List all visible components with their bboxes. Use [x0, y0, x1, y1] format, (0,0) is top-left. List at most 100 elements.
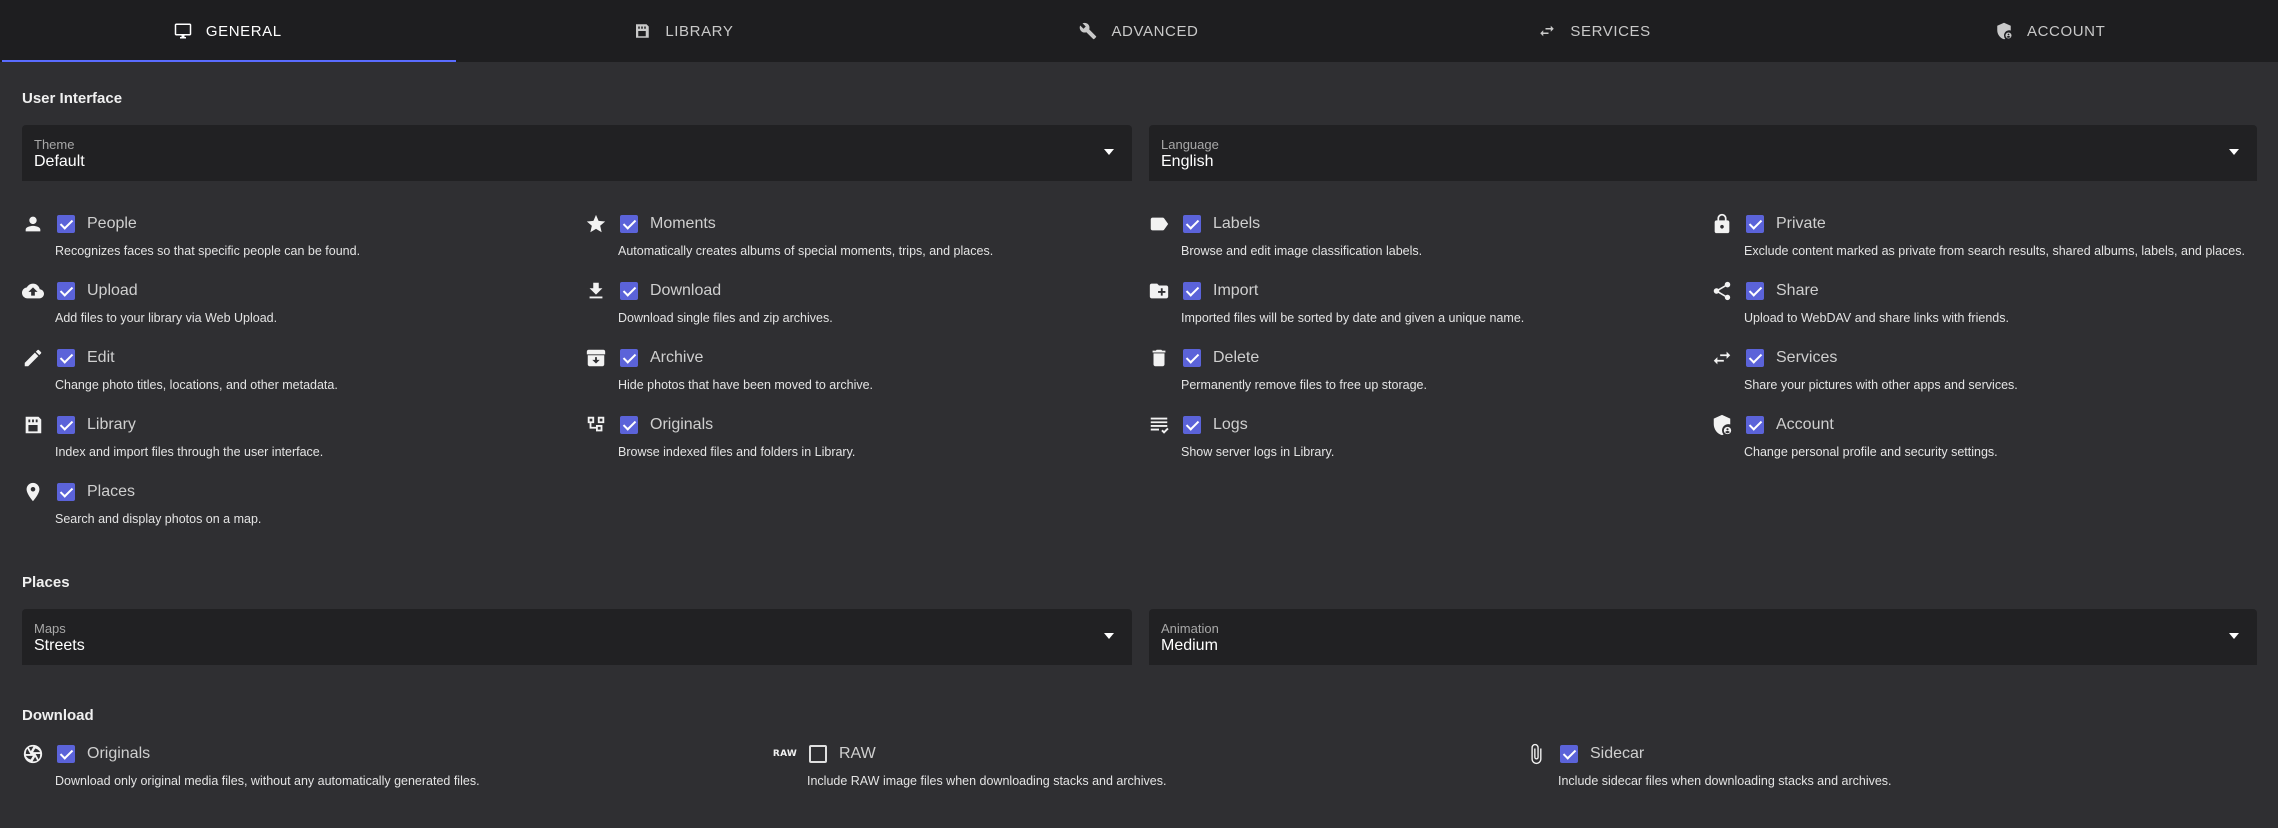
- tab-services[interactable]: Services: [1367, 0, 1823, 62]
- option-share-name: Share: [1776, 282, 1819, 299]
- option-services-desc: Share your pictures with other apps and …: [1744, 378, 2018, 392]
- tab-advanced[interactable]: Advanced: [911, 0, 1367, 62]
- library-icon: [22, 414, 44, 436]
- download-icon: [585, 280, 607, 302]
- option-moments-name: Moments: [650, 215, 716, 232]
- person-icon: [22, 213, 44, 235]
- option-places-desc: Search and display photos on a map.: [55, 512, 262, 526]
- download-option-raw-desc: Include RAW image files when downloading…: [807, 774, 1167, 788]
- animation-select[interactable]: Animation Medium: [1149, 609, 2257, 665]
- folder-plus-icon: [1148, 280, 1170, 302]
- option-places: Places Search and display photos on a ma…: [22, 481, 562, 537]
- download-sidecar-checkbox[interactable]: [1560, 745, 1578, 763]
- delete-checkbox[interactable]: [1183, 349, 1201, 367]
- option-originals-name: Originals: [650, 416, 714, 433]
- download-option-sidecar-name: Sidecar: [1590, 745, 1645, 762]
- lock-icon: [1711, 213, 1733, 235]
- option-share-desc: Upload to WebDAV and share links with fr…: [1744, 311, 2009, 325]
- account-checkbox[interactable]: [1746, 416, 1764, 434]
- option-people-name: People: [87, 215, 137, 232]
- archive-checkbox[interactable]: [620, 349, 638, 367]
- option-download-desc: Download single files and zip archives.: [618, 311, 833, 325]
- share-checkbox[interactable]: [1746, 282, 1764, 300]
- section-title-places: Places: [22, 574, 70, 591]
- label-icon: [1148, 213, 1170, 235]
- option-account-desc: Change personal profile and security set…: [1744, 445, 1998, 459]
- account-shield-icon: [1997, 22, 2012, 40]
- option-logs: Logs Show server logs in Library.: [1148, 414, 1688, 470]
- maps-select-value: Streets: [34, 637, 85, 654]
- paperclip-icon: [1525, 743, 1547, 765]
- option-download: Download Download single files and zip a…: [585, 280, 1125, 336]
- chevron-down-icon: [1104, 633, 1114, 639]
- library-checkbox[interactable]: [57, 416, 75, 434]
- tab-services-label: Services: [1570, 22, 1651, 40]
- labels-checkbox[interactable]: [1183, 215, 1201, 233]
- library-icon: [636, 24, 650, 38]
- option-account: Account Change personal profile and secu…: [1711, 414, 2271, 470]
- option-delete-name: Delete: [1213, 349, 1260, 366]
- option-upload: Upload Add files to your library via Web…: [22, 280, 562, 336]
- option-people: People Recognizes faces so that specific…: [22, 213, 562, 269]
- animation-select-value: Medium: [1161, 637, 1218, 654]
- wrench-icon: [1080, 22, 1097, 40]
- option-account-name: Account: [1776, 416, 1834, 433]
- download-originals-checkbox[interactable]: [57, 745, 75, 763]
- maps-select[interactable]: Maps Streets: [22, 609, 1132, 665]
- theme-select[interactable]: Theme Default: [22, 125, 1132, 181]
- logs-icon: [1148, 414, 1170, 436]
- tab-account[interactable]: Account: [1822, 0, 2278, 62]
- option-share: Share Upload to WebDAV and share links w…: [1711, 280, 2271, 336]
- option-moments: Moments Automatically creates albums of …: [585, 213, 1125, 269]
- private-checkbox[interactable]: [1746, 215, 1764, 233]
- tab-general[interactable]: General: [0, 0, 456, 62]
- download-option-raw-name: RAW: [839, 745, 876, 762]
- services-checkbox[interactable]: [1746, 349, 1764, 367]
- monitor-icon: [174, 23, 192, 39]
- swap-icon: [1711, 347, 1733, 369]
- download-option-sidecar-desc: Include sidecar files when downloading s…: [1558, 774, 1892, 788]
- download-option-originals: Originals Download only original media f…: [22, 743, 762, 799]
- places-checkbox[interactable]: [57, 483, 75, 501]
- people-checkbox[interactable]: [57, 215, 75, 233]
- trash-icon: [1148, 347, 1170, 369]
- theme-select-label: Theme: [34, 137, 75, 152]
- logs-checkbox[interactable]: [1183, 416, 1201, 434]
- option-library-desc: Index and import files through the user …: [55, 445, 324, 459]
- tab-general-label: General: [205, 22, 282, 40]
- pencil-icon: [22, 347, 44, 369]
- option-originals: Originals Browse indexed files and folde…: [585, 414, 1125, 470]
- aperture-icon: [22, 743, 44, 765]
- option-logs-desc: Show server logs in Library.: [1181, 445, 1335, 459]
- section-title-user-interface: User Interface: [22, 90, 123, 107]
- option-archive-name: Archive: [650, 349, 704, 366]
- download-option-raw: RAW RAW Include RAW image files when dow…: [772, 743, 1514, 799]
- download-option-sidecar: Sidecar Include sidecar files when downl…: [1525, 743, 2265, 799]
- option-labels-name: Labels: [1213, 215, 1261, 232]
- tab-library[interactable]: Library: [456, 0, 912, 62]
- upload-checkbox[interactable]: [57, 282, 75, 300]
- option-edit: Edit Change photo titles, locations, and…: [22, 347, 562, 403]
- language-select-label: Language: [1161, 137, 1219, 152]
- option-edit-desc: Change photo titles, locations, and othe…: [55, 378, 338, 392]
- option-download-name: Download: [650, 282, 722, 299]
- option-import-name: Import: [1213, 282, 1259, 299]
- download-raw-checkbox[interactable]: [809, 745, 827, 763]
- option-originals-desc: Browse indexed files and folders in Libr…: [618, 445, 856, 459]
- archive-icon: [585, 347, 607, 369]
- option-upload-name: Upload: [87, 282, 138, 299]
- option-import: Import Imported files will be sorted by …: [1148, 280, 1688, 336]
- moments-checkbox[interactable]: [620, 215, 638, 233]
- option-edit-name: Edit: [87, 349, 115, 366]
- raw-icon-text: RAW: [772, 749, 798, 759]
- originals-checkbox[interactable]: [620, 416, 638, 434]
- option-labels: Labels Browse and edit image classificat…: [1148, 213, 1688, 269]
- chevron-down-icon: [2229, 149, 2239, 155]
- edit-checkbox[interactable]: [57, 349, 75, 367]
- swap-icon: [1540, 25, 1555, 37]
- import-checkbox[interactable]: [1183, 282, 1201, 300]
- language-select[interactable]: Language English: [1149, 125, 2257, 181]
- option-places-name: Places: [87, 483, 136, 500]
- maps-select-label: Maps: [34, 621, 66, 636]
- download-checkbox[interactable]: [620, 282, 638, 300]
